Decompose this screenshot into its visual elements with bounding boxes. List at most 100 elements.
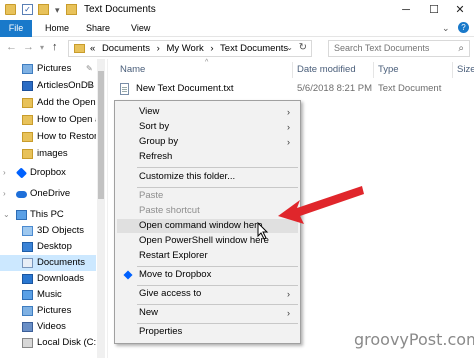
up-arrow-icon[interactable]: ↑ bbox=[52, 41, 58, 53]
dropbox-icon bbox=[15, 167, 28, 179]
refresh-icon[interactable]: ↻ bbox=[299, 42, 307, 53]
tab-file[interactable]: File bbox=[0, 20, 32, 37]
tab-share[interactable]: Share bbox=[79, 20, 117, 37]
minimize-button[interactable]: ─ bbox=[392, 0, 420, 20]
breadcrumb-overflow[interactable]: « bbox=[90, 43, 95, 54]
downloads-icon bbox=[22, 274, 33, 284]
pin-icon[interactable]: ✎ bbox=[86, 61, 93, 77]
menu-item-properties[interactable]: Properties bbox=[117, 325, 298, 339]
nav-item-pictures-quick[interactable]: Pictures ✎ bbox=[0, 61, 96, 77]
menu-item-group-by[interactable]: Group by › bbox=[117, 135, 298, 149]
breadcrumb-text-documents[interactable]: Text Documents bbox=[220, 43, 288, 54]
back-arrow-icon[interactable]: ← bbox=[6, 41, 17, 53]
breadcrumb-separator[interactable]: › bbox=[157, 43, 160, 54]
nav-item-how-to-restore[interactable]: How to Restore t bbox=[0, 129, 96, 145]
videos-icon bbox=[22, 322, 33, 332]
menu-item-give-access-to[interactable]: Give access to › bbox=[117, 287, 298, 301]
nav-item-music[interactable]: Music bbox=[0, 287, 96, 303]
search-box[interactable]: ⌕ bbox=[328, 40, 470, 57]
recent-locations-icon[interactable]: ▾ bbox=[40, 43, 44, 52]
column-divider[interactable] bbox=[373, 62, 374, 78]
breadcrumb-separator[interactable]: › bbox=[210, 43, 213, 54]
tab-home[interactable]: Home bbox=[38, 20, 76, 37]
nav-item-add-the-open[interactable]: Add the Open C bbox=[0, 95, 96, 111]
folder-icon bbox=[22, 149, 33, 159]
menu-item-move-to-dropbox[interactable]: Move to Dropbox bbox=[117, 268, 298, 282]
forward-arrow-icon[interactable]: → bbox=[23, 41, 34, 53]
nav-item-dropbox[interactable]: › Dropbox bbox=[0, 165, 96, 181]
collapse-arrow-icon[interactable]: ⌄ bbox=[3, 207, 10, 223]
close-button[interactable]: ✕ bbox=[446, 0, 474, 20]
menu-item-open-powershell-window[interactable]: Open PowerShell window here bbox=[117, 234, 298, 248]
expand-arrow-icon[interactable]: › bbox=[3, 186, 6, 202]
menu-separator bbox=[137, 266, 298, 267]
pin-icon[interactable]: ✎ bbox=[86, 78, 93, 94]
nav-item-label: 3D Objects bbox=[37, 225, 84, 236]
menu-item-label: View bbox=[139, 106, 160, 117]
nav-item-images[interactable]: images bbox=[0, 146, 96, 162]
menu-item-label: Open command window here bbox=[139, 220, 263, 231]
menu-item-label: Open PowerShell window here bbox=[139, 235, 269, 246]
nav-scrollbar-thumb[interactable] bbox=[98, 71, 104, 199]
new-folder-icon[interactable] bbox=[38, 4, 49, 15]
menu-item-restart-explorer[interactable]: Restart Explorer bbox=[117, 249, 298, 263]
column-header-type[interactable]: Type bbox=[378, 64, 399, 78]
nav-item-documents[interactable]: Documents bbox=[0, 255, 96, 271]
column-header-size[interactable]: Size bbox=[457, 64, 474, 78]
file-type: Text Document bbox=[378, 83, 442, 94]
folder-icon bbox=[5, 4, 16, 15]
column-header-name[interactable]: Name bbox=[120, 64, 145, 78]
nav-item-how-to-open[interactable]: How to Open a C bbox=[0, 112, 96, 128]
folder-icon bbox=[74, 44, 85, 53]
breadcrumb-my-work[interactable]: My Work bbox=[166, 43, 203, 54]
tab-view[interactable]: View bbox=[124, 20, 157, 37]
navigation-pane: Pictures ✎ ArticlesOnDB ✎ Add the Open C… bbox=[0, 59, 108, 358]
nav-item-desktop[interactable]: Desktop bbox=[0, 239, 96, 255]
nav-item-this-pc[interactable]: ⌄ This PC bbox=[0, 207, 96, 223]
nav-item-label: How to Restore t bbox=[37, 131, 96, 142]
address-bar[interactable]: « Documents › My Work › Text Documents ⌄… bbox=[68, 40, 312, 57]
nav-item-label: Pictures bbox=[37, 63, 72, 74]
submenu-arrow-icon: › bbox=[287, 308, 290, 318]
column-divider[interactable] bbox=[452, 62, 453, 78]
text-file-icon bbox=[120, 83, 129, 95]
nav-item-downloads[interactable]: Downloads bbox=[0, 271, 96, 287]
menu-item-sort-by[interactable]: Sort by › bbox=[117, 120, 298, 134]
breadcrumb-documents[interactable]: Documents bbox=[102, 43, 150, 54]
quick-access-dropdown-icon[interactable]: ▾ bbox=[55, 5, 60, 16]
menu-separator bbox=[137, 167, 298, 168]
window-title: Text Documents bbox=[84, 4, 156, 15]
search-input[interactable] bbox=[334, 43, 452, 53]
ribbon-tabs: File Home Share View ⌄ ? bbox=[0, 20, 474, 37]
menu-item-refresh[interactable]: Refresh bbox=[117, 150, 298, 164]
maximize-button[interactable]: ☐ bbox=[420, 0, 448, 20]
menu-item-label: Group by bbox=[139, 136, 179, 147]
nav-item-onedrive[interactable]: › OneDrive bbox=[0, 186, 96, 202]
nav-scrollbar[interactable] bbox=[97, 59, 105, 358]
nav-item-3d-objects[interactable]: 3D Objects bbox=[0, 223, 96, 239]
mouse-cursor-icon bbox=[257, 222, 269, 240]
address-dropdown-icon[interactable]: ⌄ bbox=[286, 43, 293, 52]
column-header-date-modified[interactable]: Date modified bbox=[297, 64, 356, 78]
submenu-arrow-icon: › bbox=[287, 137, 290, 147]
file-row[interactable]: New Text Document.txt 5/6/2018 8:21 PM T… bbox=[110, 81, 474, 97]
pictures-icon bbox=[22, 306, 33, 316]
nav-item-local-disk[interactable]: Local Disk (C:) bbox=[0, 335, 96, 351]
help-icon[interactable]: ? bbox=[458, 22, 469, 33]
nav-item-pictures[interactable]: Pictures bbox=[0, 303, 96, 319]
chevron-down-icon[interactable]: ⌄ bbox=[442, 23, 450, 34]
properties-check-icon[interactable]: ✓ bbox=[22, 4, 33, 15]
nav-item-articlesondb[interactable]: ArticlesOnDB ✎ bbox=[0, 78, 96, 94]
submenu-arrow-icon: › bbox=[287, 289, 290, 299]
menu-item-label: Customize this folder... bbox=[139, 171, 236, 182]
menu-separator bbox=[137, 304, 298, 305]
folder-icon bbox=[66, 4, 77, 15]
expand-arrow-icon[interactable]: › bbox=[3, 165, 6, 181]
column-divider[interactable] bbox=[292, 62, 293, 78]
menu-item-label: Refresh bbox=[139, 151, 173, 162]
3d-objects-icon bbox=[22, 226, 33, 236]
folder-icon bbox=[22, 115, 33, 125]
menu-item-view[interactable]: View › bbox=[117, 105, 298, 119]
nav-item-videos[interactable]: Videos bbox=[0, 319, 96, 335]
menu-item-new[interactable]: New › bbox=[117, 306, 298, 320]
